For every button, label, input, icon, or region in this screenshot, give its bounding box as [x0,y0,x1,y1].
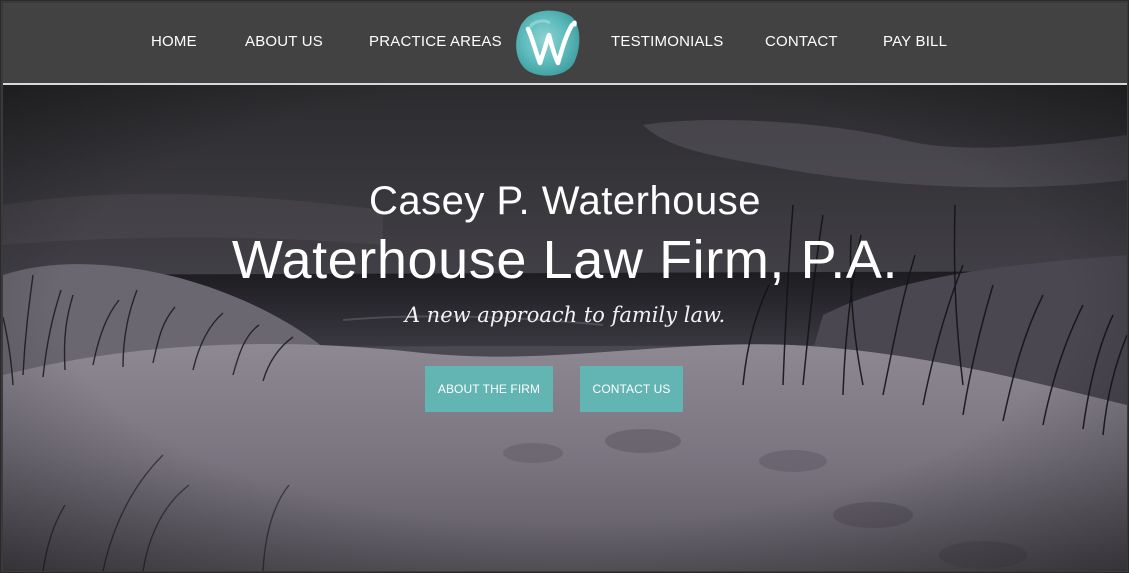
attorney-name: Casey P. Waterhouse [369,179,761,223]
site-header: HOME ABOUT US PRACTICE AREAS TESTIMONIAL… [3,3,1127,85]
browser-viewport: HOME ABOUT US PRACTICE AREAS TESTIMONIAL… [0,0,1129,573]
w-watercolor-logo-icon[interactable] [514,7,582,79]
about-the-firm-button[interactable]: ABOUT THE FIRM [425,366,553,412]
nav-testimonials-link[interactable]: TESTIMONIALS [611,33,723,50]
firm-name-heading: Waterhouse Law Firm, P.A. [231,230,899,290]
nav-about-us-link[interactable]: ABOUT US [245,33,323,50]
tagline: A new approach to family law. [404,303,726,327]
beach-dunes-background-image [3,85,1127,571]
nav-practice-areas-link[interactable]: PRACTICE AREAS [369,33,502,50]
nav-home-link[interactable]: HOME [151,33,197,50]
hero-banner: Casey P. Waterhouse Waterhouse Law Firm,… [3,85,1127,571]
nav-pay-bill-link[interactable]: PAY BILL [883,33,947,50]
contact-us-button[interactable]: CONTACT US [580,366,683,412]
nav-contact-link[interactable]: CONTACT [765,33,838,50]
